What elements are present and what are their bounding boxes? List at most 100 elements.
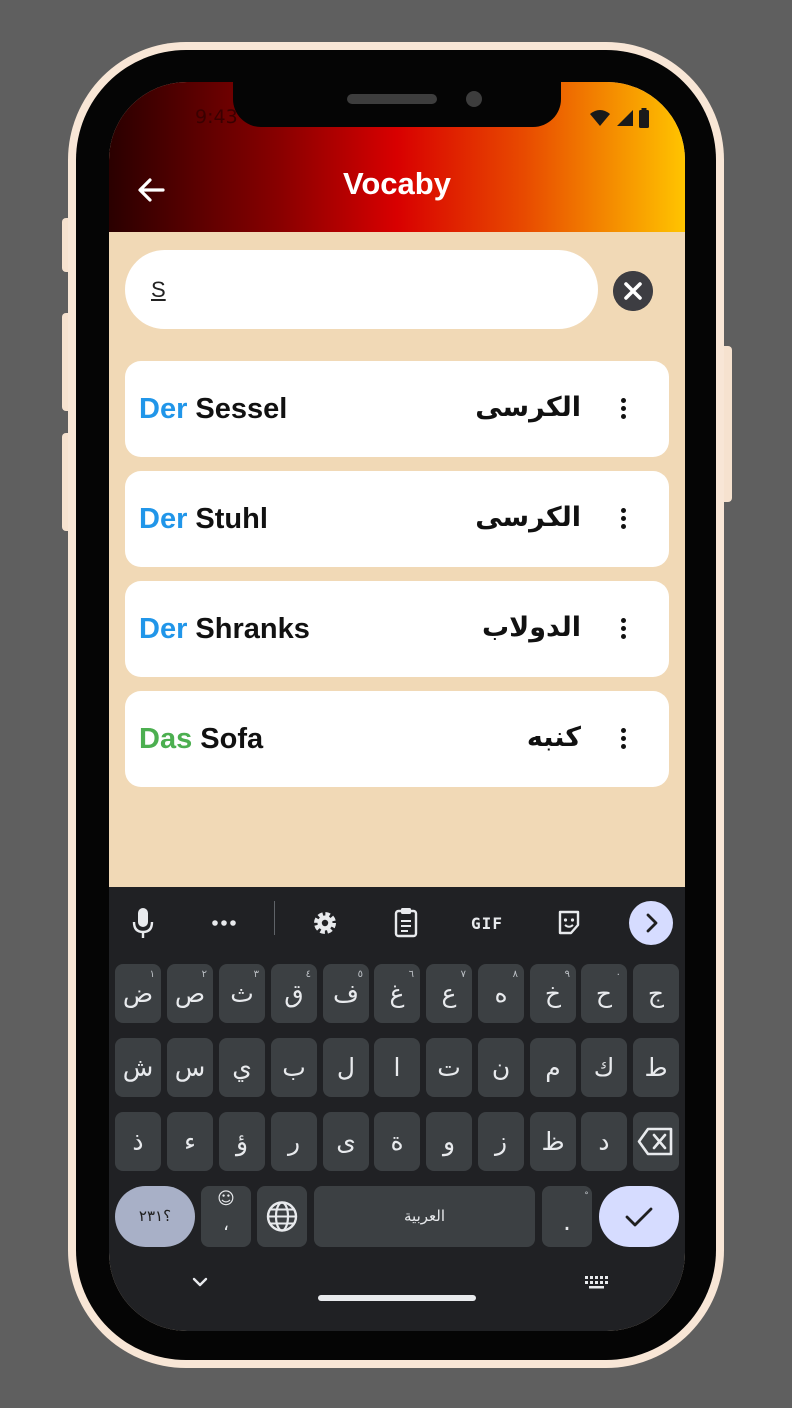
key[interactable]: ص٢ xyxy=(167,964,213,1023)
translation: كنبه xyxy=(526,722,581,753)
key[interactable]: ء xyxy=(167,1112,213,1171)
key[interactable]: ظ xyxy=(530,1112,576,1171)
status-icons xyxy=(589,108,649,128)
key[interactable]: ة xyxy=(374,1112,420,1171)
translation: الكرسى xyxy=(475,392,581,423)
noun: Shranks xyxy=(195,613,310,645)
key-hint: ٠ xyxy=(615,969,621,980)
key[interactable]: ب xyxy=(271,1038,317,1097)
key-label: غ xyxy=(389,979,405,1008)
key[interactable]: ؤ xyxy=(219,1112,265,1171)
key-label: خ xyxy=(544,979,562,1008)
toolbar-divider xyxy=(274,901,275,935)
key[interactable]: ث٣ xyxy=(219,964,265,1023)
key[interactable]: ك xyxy=(581,1038,627,1097)
key[interactable]: ق٤ xyxy=(271,964,317,1023)
gif-button[interactable]: GIF xyxy=(465,905,509,941)
key[interactable]: ش xyxy=(115,1038,161,1097)
more-vert-icon[interactable] xyxy=(611,395,635,423)
clipboard-icon[interactable] xyxy=(393,905,419,941)
key-label: ص xyxy=(174,979,206,1008)
home-indicator[interactable] xyxy=(318,1295,476,1301)
phone-screen: 9:43 Vocaby Der Sessel الكرسى Der Stuhl … xyxy=(109,82,685,1331)
key[interactable]: ع٧ xyxy=(426,964,472,1023)
key-hint: ٢ xyxy=(201,969,207,980)
more-vert-icon[interactable] xyxy=(611,725,635,753)
key-hint: ٩ xyxy=(564,969,570,980)
key-label: . xyxy=(563,1207,571,1236)
key[interactable]: ج xyxy=(633,964,679,1023)
article: Der xyxy=(139,503,188,535)
emoji-comma-key[interactable]: ☺ ، xyxy=(201,1186,251,1247)
more-icon[interactable] xyxy=(211,905,237,941)
key-label: ف xyxy=(333,979,359,1008)
key[interactable]: ي xyxy=(219,1038,265,1097)
keyboard-switch-icon[interactable] xyxy=(583,1273,609,1291)
key-hint: ٤ xyxy=(305,969,311,980)
article: Das xyxy=(139,723,193,755)
period-key[interactable]: . ْ xyxy=(542,1186,592,1247)
key-hint: ٣ xyxy=(253,969,259,980)
key[interactable]: ض١ xyxy=(115,964,161,1023)
article: Der xyxy=(139,613,188,645)
key-hint: ٧ xyxy=(460,969,466,980)
translation: الدولاب xyxy=(481,612,581,643)
key[interactable]: و xyxy=(426,1112,472,1171)
camera-notch xyxy=(233,82,561,127)
backspace-key[interactable] xyxy=(633,1112,679,1171)
list-item[interactable]: Der Sessel الكرسى xyxy=(125,361,669,457)
language-key[interactable] xyxy=(257,1186,307,1247)
key-hint: ٥ xyxy=(357,969,363,980)
key-hint: ٦ xyxy=(408,969,414,980)
app-header: 9:43 Vocaby xyxy=(109,82,685,232)
expand-arrow-icon[interactable] xyxy=(628,900,674,946)
checkmark-icon xyxy=(625,1207,653,1227)
key[interactable]: ن xyxy=(478,1038,524,1097)
key[interactable]: ذ xyxy=(115,1112,161,1171)
microphone-icon[interactable] xyxy=(131,905,155,941)
key-hint: ١ xyxy=(149,969,155,980)
key[interactable]: م xyxy=(530,1038,576,1097)
key[interactable]: ل xyxy=(323,1038,369,1097)
key[interactable]: ف٥ xyxy=(323,964,369,1023)
key-label: ع xyxy=(441,979,457,1008)
noun: Sessel xyxy=(195,393,288,425)
key[interactable]: د xyxy=(581,1112,627,1171)
key[interactable]: ا xyxy=(374,1038,420,1097)
globe-icon xyxy=(266,1201,298,1232)
search-bar xyxy=(125,250,598,329)
search-input[interactable] xyxy=(151,272,571,308)
list-item[interactable]: Das Sofa كنبه xyxy=(125,691,669,787)
list-item[interactable]: Der Shranks الدولاب xyxy=(125,581,669,677)
enter-key[interactable] xyxy=(599,1186,679,1247)
sticker-icon[interactable] xyxy=(555,905,583,941)
more-vert-icon[interactable] xyxy=(611,615,635,643)
key[interactable]: ز xyxy=(478,1112,524,1171)
key[interactable]: س xyxy=(167,1038,213,1097)
chevron-down-icon[interactable] xyxy=(189,1273,211,1291)
list-item[interactable]: Der Stuhl الكرسى xyxy=(125,471,669,567)
key[interactable]: غ٦ xyxy=(374,964,420,1023)
article: Der xyxy=(139,393,188,425)
numbers-key[interactable]: ؟٢٣١ xyxy=(115,1186,195,1247)
key[interactable]: ه٨ xyxy=(478,964,524,1023)
key[interactable]: ر xyxy=(271,1112,317,1171)
on-screen-keyboard: GIF ض١ ص٢ ث٣ ق٤ ف٥ غ٦ ع٧ ه٨ خ٩ ح٠ ج ش س … xyxy=(109,887,685,1331)
more-vert-icon[interactable] xyxy=(611,505,635,533)
key[interactable]: خ٩ xyxy=(530,964,576,1023)
key[interactable]: ط xyxy=(633,1038,679,1097)
front-camera xyxy=(466,91,482,107)
status-time: 9:43 xyxy=(195,106,238,128)
page-title: Vocaby xyxy=(343,166,451,201)
close-circle-icon[interactable] xyxy=(613,271,653,311)
key[interactable]: ى xyxy=(323,1112,369,1171)
key[interactable]: ت xyxy=(426,1038,472,1097)
key-hint: ٨ xyxy=(512,969,518,980)
word-label: Der Stuhl xyxy=(139,471,268,567)
space-key[interactable]: العربية xyxy=(314,1186,535,1247)
settings-icon[interactable] xyxy=(311,905,339,941)
battery-icon xyxy=(639,108,649,128)
noun: Stuhl xyxy=(195,503,268,535)
speaker-grille xyxy=(347,94,437,104)
key[interactable]: ح٠ xyxy=(581,964,627,1023)
